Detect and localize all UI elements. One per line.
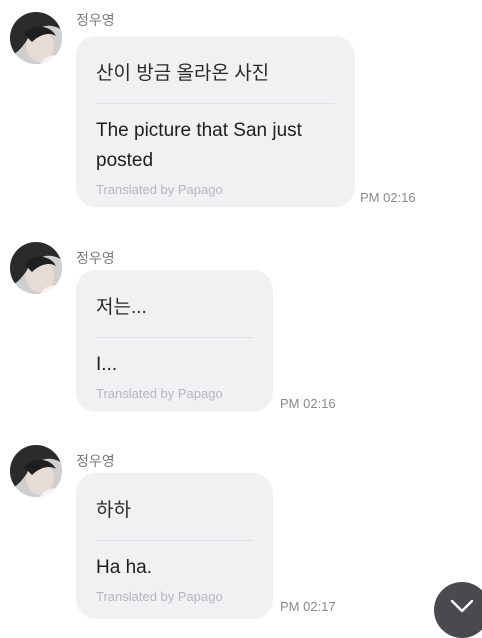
- original-text: 저는...: [96, 297, 147, 318]
- translation-credit: Translated by Papago: [96, 386, 223, 401]
- profile-photo-icon: [10, 242, 62, 294]
- bubble-divider: [96, 337, 253, 338]
- sender-name: 정우영: [76, 453, 115, 469]
- message-bubble[interactable]: 저는... I... Translated by Papago: [76, 270, 273, 412]
- original-text: 산이 방금 올라온 사진: [96, 63, 270, 84]
- message-timestamp: PM 02:17: [280, 599, 336, 614]
- original-text: 하하: [96, 500, 131, 521]
- translated-text: Ha ha.: [96, 557, 152, 578]
- chat-message: 정우영 저는... I... Translated by Papago PM 0…: [0, 230, 482, 420]
- profile-photo-icon: [10, 445, 62, 497]
- scroll-to-bottom-button[interactable]: [434, 582, 482, 638]
- translated-text: The picture that San just posted: [96, 120, 302, 171]
- bubble-divider: [96, 103, 335, 104]
- sender-name: 정우영: [76, 12, 115, 28]
- sender-avatar[interactable]: [10, 242, 62, 294]
- chat-message: 정우영 산이 방금 올라온 사진 The picture that San ju…: [0, 0, 482, 215]
- profile-photo-icon: [10, 12, 62, 64]
- message-timestamp: PM 02:16: [280, 396, 336, 411]
- sender-name: 정우영: [76, 250, 115, 266]
- sender-avatar[interactable]: [10, 445, 62, 497]
- chevron-down-icon: [450, 599, 474, 613]
- translated-text: I...: [96, 354, 118, 375]
- message-timestamp: PM 02:16: [360, 190, 416, 205]
- message-bubble[interactable]: 산이 방금 올라온 사진 The picture that San just p…: [76, 36, 355, 207]
- message-bubble[interactable]: 하하 Ha ha. Translated by Papago: [76, 473, 273, 619]
- translation-credit: Translated by Papago: [96, 589, 223, 604]
- bubble-divider: [96, 540, 253, 541]
- translation-credit: Translated by Papago: [96, 182, 223, 197]
- chat-message: 정우영 하하 Ha ha. Translated by Papago PM 02…: [0, 437, 482, 619]
- sender-avatar[interactable]: [10, 12, 62, 64]
